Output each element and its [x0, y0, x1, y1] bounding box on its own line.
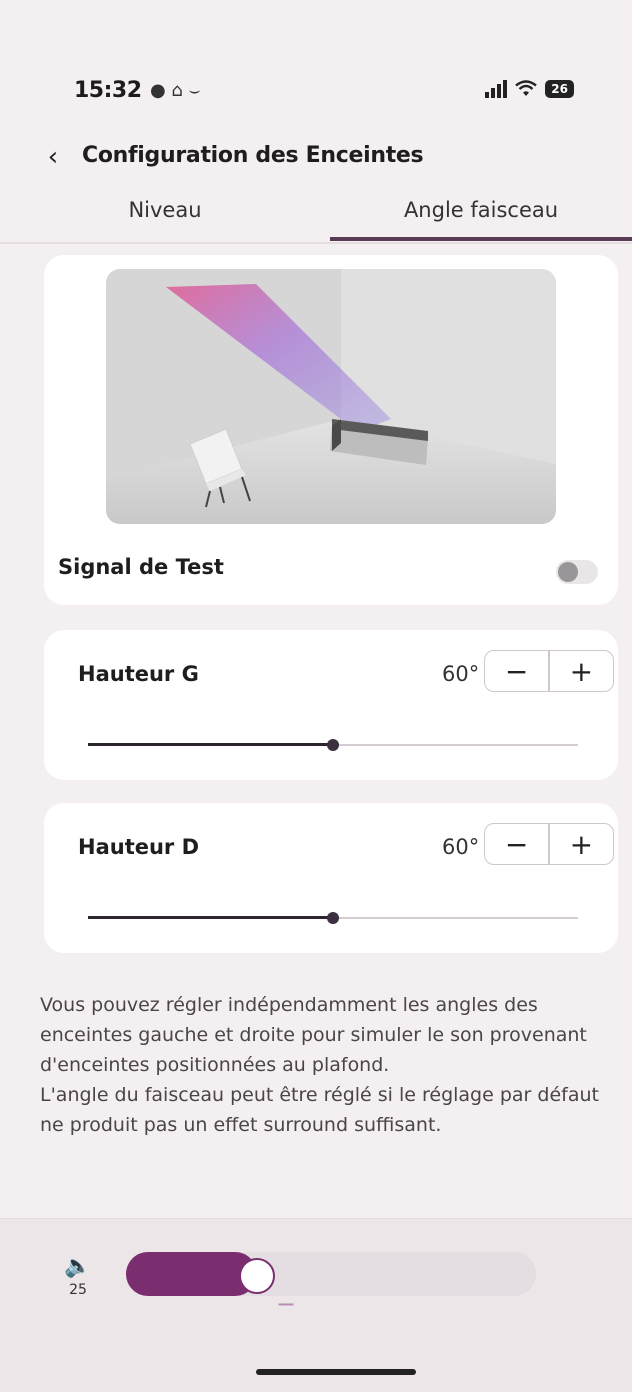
cellular-signal-icon: [485, 80, 508, 98]
slider-thumb[interactable]: [327, 912, 339, 924]
height-right-slider[interactable]: [88, 908, 578, 928]
status-indicators: 26: [485, 80, 574, 98]
status-notification-icons: ● ⌂ ⌣: [150, 80, 201, 101]
test-signal-toggle[interactable]: [556, 560, 598, 584]
battery-icon: 26: [545, 80, 574, 98]
height-right-card: Hauteur D 60° − +: [44, 803, 618, 953]
slider-fill: [88, 916, 333, 919]
height-left-card: Hauteur G 60° − +: [44, 630, 618, 780]
volume-slider[interactable]: − +: [126, 1252, 536, 1318]
volume-minus-icon: −: [276, 1290, 297, 1318]
test-signal-label: Signal de Test: [58, 555, 224, 579]
slider-fill: [88, 743, 333, 746]
wifi-icon: [515, 80, 538, 96]
slider-thumb[interactable]: [327, 739, 339, 751]
home-indicator: [256, 1369, 416, 1375]
height-right-decrease-button[interactable]: −: [485, 824, 548, 864]
height-left-value: 60°: [442, 662, 480, 686]
height-right-label: Hauteur D: [78, 835, 200, 859]
help-description: Vous pouvez régler indépendamment les an…: [40, 994, 599, 1136]
height-left-stepper: − +: [484, 650, 614, 692]
height-right-value: 60°: [442, 835, 480, 859]
height-left-label: Hauteur G: [78, 662, 199, 686]
height-right-stepper: − +: [484, 823, 614, 865]
toggle-knob: [558, 562, 578, 582]
volume-value: 25: [69, 1282, 87, 1298]
volume-footer: 🔈 25 − +: [0, 1218, 632, 1392]
back-arrow-icon[interactable]: ‹: [38, 139, 68, 175]
tab-angle-faisceau[interactable]: Angle faisceau: [330, 198, 632, 242]
tab-niveau[interactable]: Niveau: [0, 198, 330, 242]
height-left-slider[interactable]: [88, 735, 578, 755]
active-tab-indicator: [330, 237, 632, 241]
status-bar: 15:32 ● ⌂ ⌣ 26: [0, 0, 632, 130]
volume-thumb[interactable]: [238, 1258, 275, 1294]
status-time: 15:32: [74, 78, 142, 103]
tab-bar: Niveau Angle faisceau: [0, 190, 632, 244]
room-beam-illustration: [106, 269, 556, 524]
page-title: Configuration des Enceintes: [82, 143, 424, 168]
height-left-increase-button[interactable]: +: [550, 651, 613, 691]
speaker-volume-icon[interactable]: 🔈: [58, 1254, 98, 1279]
test-signal-card: Signal de Test: [44, 255, 618, 605]
nav-header: ‹ Configuration des Enceintes: [0, 135, 632, 180]
height-right-increase-button[interactable]: +: [550, 824, 613, 864]
height-left-decrease-button[interactable]: −: [485, 651, 548, 691]
volume-fill: [126, 1252, 257, 1296]
